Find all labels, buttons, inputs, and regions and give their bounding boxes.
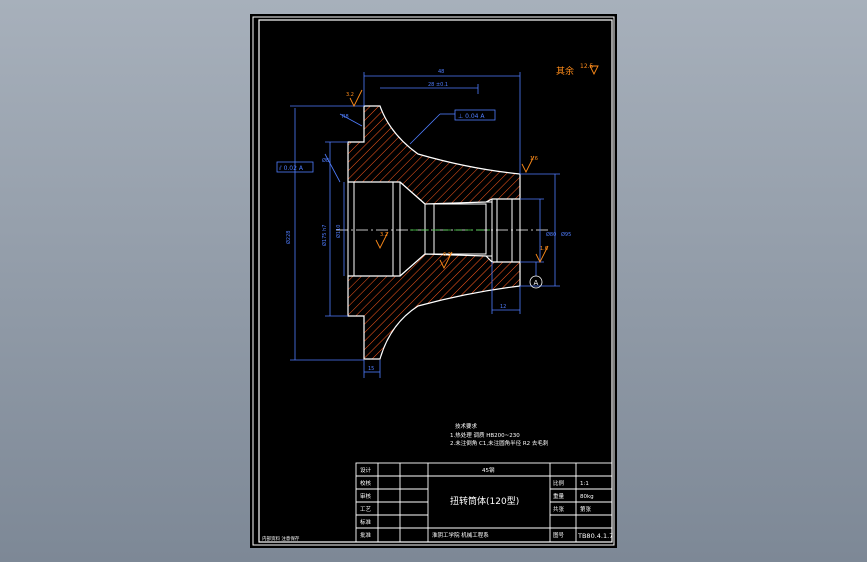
tolerance-2-text: ⫽ 0.02 A — [278, 165, 304, 172]
svg-text:Ø175 h7: Ø175 h7 — [321, 225, 328, 246]
technical-requirements: 技术要求 1.热处理 调质 HB200~230 2.未注倒角 C1,未注圆角半径… — [450, 422, 549, 447]
tolerance-1-text: ⊥ 0.04 A — [458, 113, 485, 120]
svg-text:3.2: 3.2 — [346, 92, 354, 98]
weight-value: 80kg — [580, 494, 594, 500]
label-approve: 批准 — [360, 531, 372, 539]
datum-label: A — [534, 279, 539, 287]
section-hatch-top — [347, 105, 521, 205]
svg-text:15: 15 — [368, 366, 374, 372]
drawing-sheet: 48 28 ±0.1 Ø228 Ø175 h7 Ø110 15 12 Ø80 Ø… — [250, 14, 617, 548]
label-standard: 标准 — [360, 518, 372, 526]
section-hatch-bottom — [347, 253, 521, 360]
datum-marker: A — [529, 262, 543, 289]
svg-text:6.3: 6.3 — [443, 252, 451, 258]
footer-note: 内部资料 注意保存 — [262, 535, 300, 542]
part-section — [336, 105, 550, 360]
scale-value: 1:1 — [580, 481, 589, 487]
label-process: 工艺 — [360, 506, 372, 513]
roughness-note-label: 其余 — [556, 65, 574, 77]
tech-req-1: 1.热处理 调质 HB200~230 — [450, 431, 520, 439]
sheet-label: 共张 — [553, 505, 565, 513]
svg-text:12: 12 — [500, 304, 506, 310]
cad-drawing: 48 28 ±0.1 Ø228 Ø175 h7 Ø110 15 12 Ø80 Ø… — [252, 16, 615, 546]
drawing-no-label: 图号 — [553, 531, 565, 539]
dimension-texts: 48 28 ±0.1 Ø228 Ø175 h7 Ø110 15 12 Ø80 Ø… — [285, 69, 571, 372]
svg-text:Ø80: Ø80 — [546, 231, 556, 238]
svg-text:28 ±0.1: 28 ±0.1 — [428, 82, 448, 88]
roughness-note-value: 12.5 — [580, 63, 594, 70]
sheet-value: 第张 — [580, 505, 592, 513]
svg-text:Ø110: Ø110 — [335, 225, 342, 238]
svg-text:Ø228: Ø228 — [285, 231, 292, 244]
material-text: 45钢 — [482, 466, 495, 474]
drawing-number: TB80.4.1.7 — [577, 532, 613, 540]
svg-text:Ø95: Ø95 — [561, 231, 571, 238]
scale-label: 比例 — [553, 479, 565, 487]
svg-text:Ø8: Ø8 — [322, 157, 329, 164]
label-check: 校核 — [360, 479, 372, 487]
svg-text:1.6: 1.6 — [540, 246, 548, 252]
weight-label: 重量 — [553, 492, 565, 500]
label-design: 设计 — [360, 466, 372, 474]
svg-text:48: 48 — [438, 69, 444, 75]
svg-text:3.2: 3.2 — [380, 232, 388, 238]
company-text: 淮阴工学院 机械工程系 — [432, 531, 489, 539]
label-review: 审核 — [360, 492, 372, 500]
tech-req-2: 2.未注倒角 C1,未注圆角半径 R2 去毛刺 — [450, 439, 549, 447]
part-name: 扭转筒体(120型) — [450, 495, 519, 507]
tolerance-frame-1: ⊥ 0.04 A — [454, 109, 496, 121]
svg-text:R8: R8 — [342, 114, 349, 120]
svg-text:1.6: 1.6 — [530, 156, 538, 162]
tech-req-title: 技术要求 — [455, 422, 478, 430]
